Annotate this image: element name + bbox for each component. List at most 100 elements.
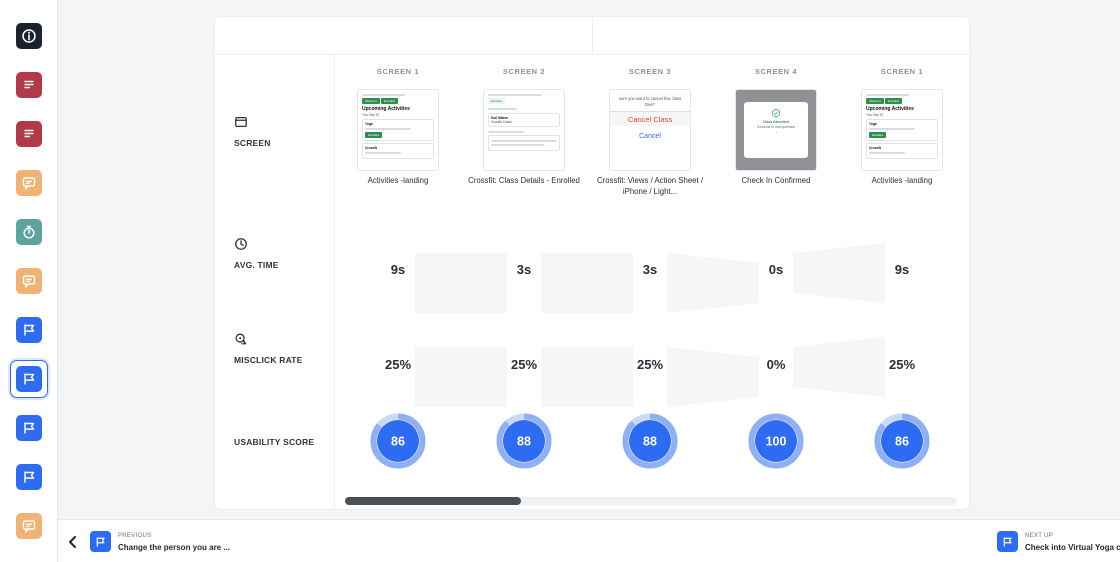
thumb-title: Upcoming Activities <box>362 106 410 112</box>
usability-metric: USABILITY SCORE <box>234 437 314 447</box>
info-icon <box>22 29 36 43</box>
screen-thumbnail[interactable]: Enrolled Karl Maben Crossfit Coach <box>483 89 565 171</box>
chat-icon <box>22 177 36 191</box>
screen-column-2: SCREEN 2 Enrolled Karl Maben Crossfit Coach… <box>461 55 587 509</box>
column-header: SCREEN 4 <box>754 67 798 76</box>
screen-thumbnail[interactable]: sure you want to cancel this class Doe? C… <box>609 89 691 171</box>
rail-item-1[interactable] <box>10 17 48 55</box>
rail-item-2[interactable] <box>10 66 48 104</box>
screen-column-4: SCREEN 4 Class Cancelled Continue to next … <box>713 55 839 509</box>
avg-time-value: 0s <box>768 262 784 277</box>
usability-score-ring: 100 <box>748 413 804 469</box>
thumb-checkin: Check In <box>866 98 884 104</box>
misclick-value: 25% <box>636 357 664 372</box>
footer-nav: PREVIOUS Change the person you are ... N… <box>58 519 1120 562</box>
rail-tile <box>16 415 42 441</box>
chevron-left-icon[interactable] <box>67 535 79 549</box>
column-header: SCREEN 1 <box>376 67 420 76</box>
avg-time-value: 3s <box>516 262 532 277</box>
next-label: NEXT UP <box>1025 533 1053 539</box>
usability-score-value: 88 <box>643 435 657 449</box>
usability-score-ring: 88 <box>622 413 678 469</box>
flag-icon <box>96 537 105 546</box>
misclick-value: 25% <box>510 357 538 372</box>
thumb-item-1: Yoga <box>869 122 877 126</box>
rail-tile <box>16 513 42 539</box>
misclick-value: 25% <box>384 357 412 372</box>
rail-tile <box>16 317 42 343</box>
time-metric: AVG. TIME <box>234 237 279 270</box>
rail-item-8[interactable] <box>10 360 48 398</box>
chat-icon <box>22 520 36 534</box>
usability-score-value: 88 <box>517 435 531 449</box>
rail-item-3[interactable] <box>10 115 48 153</box>
column-header: SCREEN 3 <box>628 67 672 76</box>
screen-metric: SCREEN <box>234 115 271 148</box>
usability-score-value: 86 <box>391 435 405 449</box>
screen-name: Activities -landing <box>367 176 429 185</box>
previous-link[interactable]: Change the person you are ... <box>118 543 230 552</box>
flag-icon <box>1003 537 1012 546</box>
thumb-enrolled: Enrolled <box>884 98 902 104</box>
misclick-value: 0% <box>766 357 786 372</box>
cursor-click-icon <box>235 333 247 345</box>
thumb-cancel-class: Cancel Class <box>610 111 690 126</box>
question-rail <box>0 0 58 562</box>
screen-label: SCREEN <box>234 138 271 148</box>
next-flag-icon[interactable] <box>997 531 1018 552</box>
metric-labels: SCREEN AVG. TIME MISCLICK RATE USABILITY… <box>215 55 335 509</box>
misclick-label: MISCLICK RATE <box>234 355 303 365</box>
column-header: SCREEN 2 <box>502 67 546 76</box>
rail-tile <box>16 170 42 196</box>
rail-item-6[interactable] <box>10 262 48 300</box>
screen-thumbnail[interactable]: Check In Enrolled Upcoming Activities Thu,… <box>357 89 439 171</box>
rail-item-10[interactable] <box>10 458 48 496</box>
flag-icon <box>24 373 35 385</box>
check-circle-icon <box>771 108 781 118</box>
card-header <box>215 17 969 55</box>
avg-time-value: 3s <box>642 262 658 277</box>
screen-name: Crossfit: Views / Action Sheet / iPhone … <box>596 176 704 196</box>
screen-thumbnail[interactable]: Class Cancelled Continue to next question… <box>735 89 817 171</box>
list-icon <box>24 129 34 138</box>
clock-icon <box>235 238 247 250</box>
horizontal-scrollbar-thumb[interactable] <box>345 497 521 505</box>
rail-tile <box>16 268 42 294</box>
rail-item-5[interactable] <box>10 213 48 251</box>
timer-icon <box>23 225 35 239</box>
rail-tile <box>16 464 42 490</box>
rail-item-7[interactable] <box>10 311 48 349</box>
thumb-question: sure you want to cancel this class Doe? <box>618 96 682 107</box>
usability-label: USABILITY SCORE <box>234 437 315 447</box>
rail-tile <box>16 23 42 49</box>
rail-item-11[interactable] <box>10 507 48 545</box>
screen-column-5: SCREEN 1 Check In Enrolled Upcoming Activi… <box>839 55 965 509</box>
app-root: SCREEN AVG. TIME MISCLICK RATE USABILITY… <box>0 0 1120 562</box>
rail-tile <box>16 366 42 392</box>
screen-icon <box>235 116 247 128</box>
next-link[interactable]: Check into Virtual Yoga c <box>1025 543 1120 552</box>
misclick-value: 25% <box>888 357 916 372</box>
usability-score-value: 86 <box>895 435 909 449</box>
thumb-date: Thu, Dec 07 <box>362 113 380 117</box>
flag-icon <box>24 471 35 483</box>
previous-flag-icon[interactable] <box>90 531 111 552</box>
screen-name: Check In Confirmed <box>741 176 811 185</box>
rail-item-4[interactable] <box>10 164 48 202</box>
screen-name: Activities -landing <box>871 176 933 185</box>
screen-column-1: SCREEN 1 Check In Enrolled Upcoming Activi… <box>335 55 461 509</box>
screen-column-3: SCREEN 3 sure you want to cancel this cla… <box>587 55 713 509</box>
rail-item-9[interactable] <box>10 409 48 447</box>
rail-tile <box>16 121 42 147</box>
previous-label: PREVIOUS <box>118 533 152 539</box>
header-divider <box>592 17 593 55</box>
thumb-item-2: Crossfit <box>365 146 378 150</box>
screen-columns: SCREEN 1 Check In Enrolled Upcoming Activi… <box>335 55 969 509</box>
avg-time-value: 9s <box>894 262 910 277</box>
thumb-date: Thu, Dec 07 <box>866 113 884 117</box>
usability-score-value: 100 <box>766 435 787 449</box>
screen-thumbnail[interactable]: Check In Enrolled Upcoming Activities Thu,… <box>861 89 943 171</box>
thumb-role: Crossfit Coach <box>491 120 512 124</box>
rail-tile <box>16 72 42 98</box>
thumb-enrolled: Enrolled <box>380 98 398 104</box>
